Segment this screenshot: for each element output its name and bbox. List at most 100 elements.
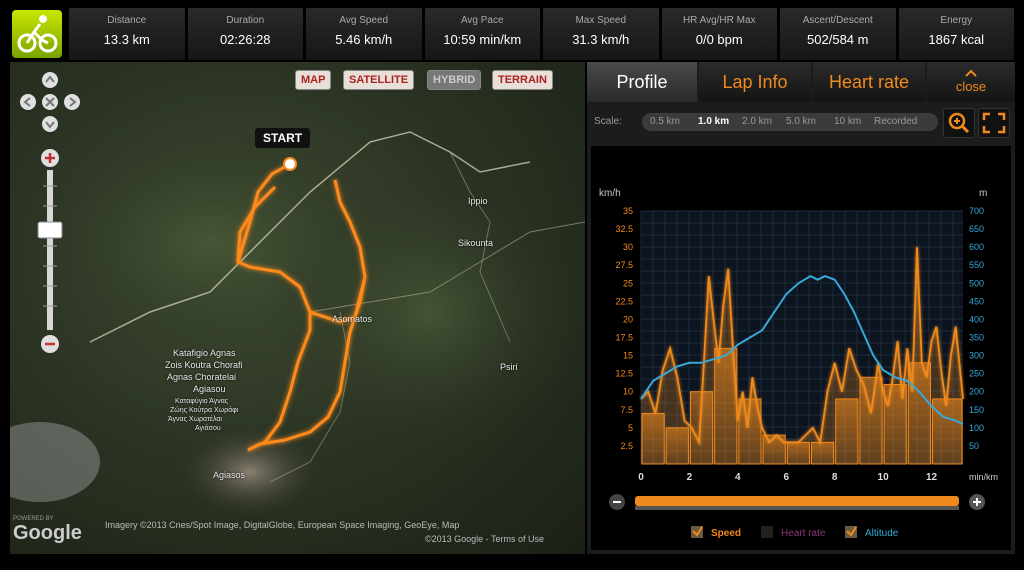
scale-option-2km[interactable]: 2.0 km [742,116,772,127]
town-label: Ζώης Κούτρα Χωράφι [170,407,239,414]
hybrid-type-button[interactable]: HYBRID [427,70,482,90]
x-tick-label: 6 [783,472,789,483]
tab-heart-rate[interactable]: Heart rate [813,62,925,102]
expand-icon [982,112,1006,134]
speed-tick-label: 5 [628,423,633,433]
chart-zoom-button[interactable] [943,108,975,138]
town-label: Ippio [468,196,488,206]
altitude-tick-label: 400 [969,314,984,324]
stat-duration: Duration 02:26:28 [187,8,303,60]
speed-tick-label: 17.5 [615,333,633,343]
scale-label: Scale: [594,116,622,127]
town-label: Psiri [500,362,518,372]
map-view[interactable]: MAP SATELLITE HYBRID TERRAIN START Ippio… [10,62,585,554]
x-tick-label: 8 [832,472,838,483]
scale-option-0-5km[interactable]: 0.5 km [650,116,680,127]
profile-panel: Profile Lap Info Heart rate close Scale:… [587,62,1015,554]
altitude-tick-label: 100 [969,423,984,433]
x-tick-label: 2 [687,472,693,483]
speed-tick-label: 20 [623,314,633,324]
terrain-type-button[interactable]: TERRAIN [492,70,553,90]
stat-label: Energy [940,15,973,26]
stat-value: 02:26:28 [219,32,271,47]
speed-tick-label: 12.5 [615,369,633,379]
altitude-tick-label: 600 [969,242,984,252]
range-slider[interactable] [635,496,959,506]
close-button[interactable]: close [927,62,1015,102]
scale-option-5km[interactable]: 5.0 km [786,116,816,127]
scale-option-recorded[interactable]: Recorded [874,116,917,127]
stat-label: Avg Speed [339,15,389,26]
tab-profile[interactable]: Profile [587,62,697,102]
scale-option-10km[interactable]: 10 km [834,116,861,127]
map-terms-link[interactable]: ©2013 Google - Terms of Use [425,534,544,544]
town-label: Agiasos [213,470,246,480]
town-label: Asomatos [332,314,373,324]
right-axis-unit: m [979,188,987,199]
pan-down-icon[interactable] [42,116,58,132]
stat-value: 1867 kcal [928,32,985,47]
pan-up-icon[interactable] [42,72,58,88]
stat-avg-speed: Avg Speed 5.46 km/h [306,8,422,60]
stat-value: 13.3 km [103,32,150,47]
scale-selector[interactable]: 0.5 km 1.0 km 2.0 km 5.0 km 10 km Record… [642,113,938,131]
stat-max-speed: Max Speed 31.3 km/h [543,8,659,60]
x-tick-label: 12 [926,472,938,483]
legend-speed: Speed [711,528,741,539]
scale-bar: Scale: 0.5 km 1.0 km 2.0 km 5.0 km 10 km… [587,106,1015,138]
x-tick-label: 4 [735,472,741,483]
altitude-tick-label: 150 [969,405,984,415]
x-tick-label: 0 [638,472,644,483]
stat-value: 10:59 min/km [443,32,522,47]
stat-avg-pace: Avg Pace 10:59 min/km [424,8,540,60]
speed-tick-label: 22.5 [615,296,633,306]
map-attribution: Imagery ©2013 Cnes/Spot Image, DigitalGl… [105,520,460,530]
zoom-handle[interactable] [37,221,63,239]
legend-heart-rate: Heart rate [781,528,826,539]
legend-altitude: Altitude [865,528,899,539]
stat-value: 31.3 km/h [572,32,630,47]
stat-label: Ascent/Descent [802,15,873,26]
start-label: START [255,128,311,148]
speed-tick-label: 25 [623,278,633,288]
altitude-tick-label: 450 [969,296,984,306]
magnifier-icon [948,112,970,134]
chart-fit-button[interactable] [978,108,1010,138]
pan-control[interactable] [18,70,82,134]
chevron-up-icon [965,69,977,77]
zoom-slider[interactable] [34,146,66,356]
pan-right-icon[interactable] [64,94,80,110]
speed-tick-label: 35 [623,206,633,216]
town-label: Καταφύγιο Άγνας [175,398,229,405]
stat-value: 502/584 m [807,32,869,47]
town-label: Άγνας Χωρατέλαι [168,416,222,423]
stat-distance: Distance 13.3 km [69,8,185,60]
stat-energy: Energy 1867 kcal [898,8,1014,60]
tab-lap-info[interactable]: Lap Info [699,62,811,102]
altitude-tick-label: 550 [969,260,984,270]
pan-left-icon[interactable] [20,94,36,110]
speed-tick-label: 27.5 [615,260,633,270]
x-tick-label: 10 [878,472,890,483]
heart-rate-checkbox[interactable] [761,526,773,538]
close-label: close [955,79,987,94]
stat-label: HR Avg/HR Max [682,15,756,26]
altitude-tick-label: 650 [969,224,984,234]
altitude-tick-label: 50 [969,441,979,451]
satellite-type-button[interactable]: SATELLITE [343,70,415,90]
profile-chart[interactable]: km/h m 2.5 5 7.5 10 12.5 15 17.5 20 22.5 25 27.5 30… [591,146,1011,550]
town-label: Agiasou [193,384,226,394]
left-axis-unit: km/h [599,188,621,199]
scale-option-1km[interactable]: 1.0 km [698,116,729,127]
town-label: Sikounta [458,238,494,248]
altitude-tick-label: 500 [969,278,984,288]
altitude-tick-label: 350 [969,333,984,343]
google-logo[interactable]: Google [13,522,82,545]
map-type-button[interactable]: MAP [295,70,332,90]
start-marker[interactable] [283,157,297,171]
stat-label: Distance [107,15,147,26]
speed-tick-label: 15 [623,351,633,361]
profile-chart-svg: km/h m 2.557.51012.51517.52022.52527.530… [599,188,998,539]
town-label: Αγιάσου [195,425,221,432]
town-label: Katafigio Agnas [173,348,236,358]
